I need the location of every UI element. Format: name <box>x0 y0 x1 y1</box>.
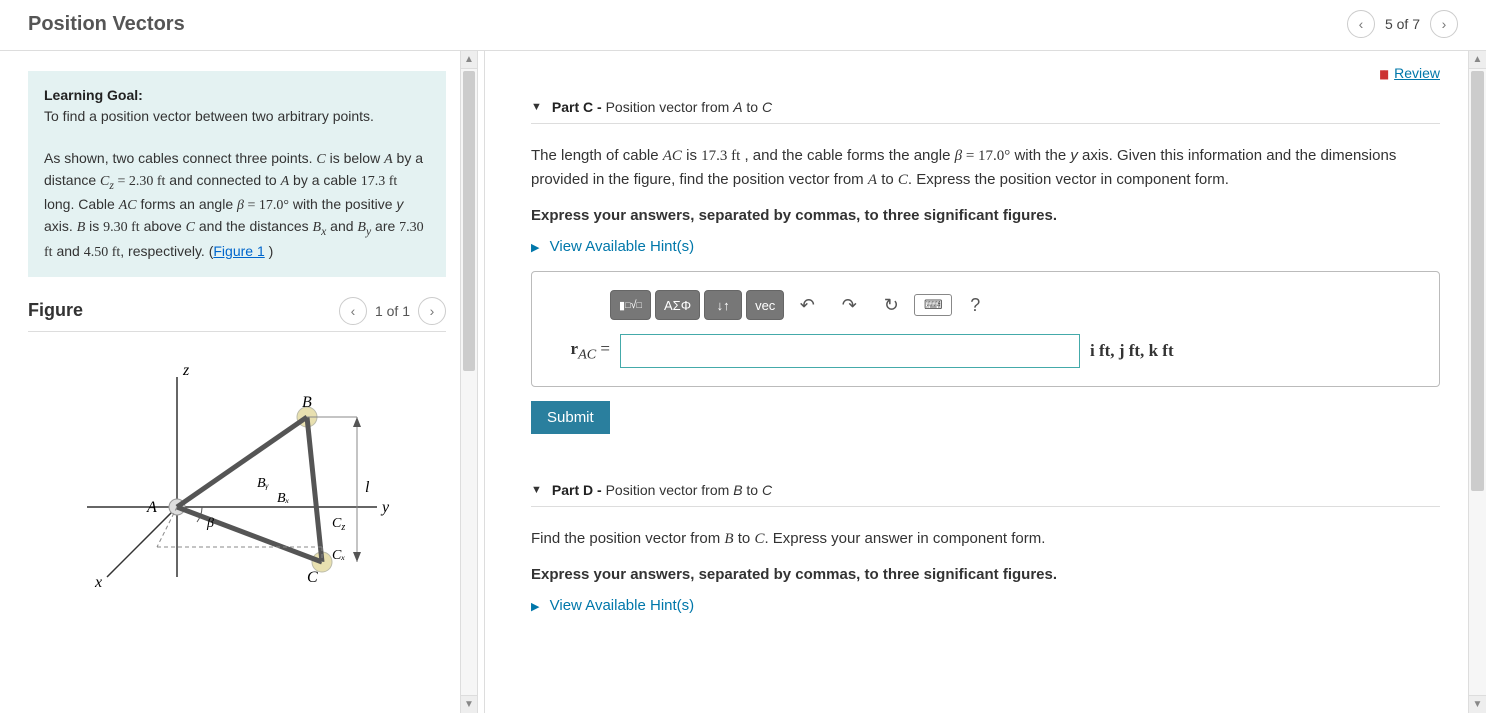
expand-icon: ▶ <box>531 601 539 613</box>
scroll-up-icon[interactable]: ▲ <box>461 51 477 69</box>
hints-label: View Available Hint(s) <box>550 238 695 255</box>
scroll-thumb[interactable] <box>463 71 475 371</box>
answer-lhs: rAC = <box>550 339 610 363</box>
answer-box: ▮□√□ ΑΣΦ ↓↑ vec ↶ ↷ ↻ ⌨ ? rAC = i ft, j … <box>531 271 1440 387</box>
scroll-thumb[interactable] <box>1471 71 1484 491</box>
page-position: 5 of 7 <box>1385 16 1420 32</box>
answer-units: i ft, j ft, k ft <box>1090 341 1174 361</box>
svg-text:x: x <box>94 574 102 591</box>
review-link[interactable]: Review <box>1394 65 1440 81</box>
svg-text:y: y <box>380 499 390 516</box>
svg-text:C: C <box>307 569 318 586</box>
figure-next-button[interactable]: › <box>418 297 446 325</box>
learning-goal-box: Learning Goal: To find a position vector… <box>28 71 446 277</box>
templates-button[interactable]: ▮□√□ <box>610 290 651 320</box>
review-icon: ▮▮ <box>1379 67 1386 81</box>
undo-button[interactable]: ↶ <box>788 290 826 320</box>
part-d-header[interactable]: ▼ Part D - Position vector from B to C <box>531 474 1440 507</box>
right-scrollbar[interactable]: ▲ ▼ <box>1468 51 1486 713</box>
part-c-header[interactable]: ▼ Part C - Position vector from A to C <box>531 91 1440 124</box>
svg-text:l: l <box>365 479 370 496</box>
page-title: Position Vectors <box>28 13 185 36</box>
figure-prev-button[interactable]: ‹ <box>339 297 367 325</box>
figure-image: z y x A B C <box>28 342 446 612</box>
left-panel: Learning Goal: To find a position vector… <box>0 51 460 713</box>
figure-label: Figure <box>28 300 83 321</box>
vec-button[interactable]: vec <box>746 290 784 320</box>
keyboard-button[interactable]: ⌨ <box>914 294 952 316</box>
help-button[interactable]: ? <box>956 290 994 320</box>
panel-divider[interactable] <box>484 51 485 713</box>
part-c-text: The length of cable AC is 17.3 ft , and … <box>531 144 1440 192</box>
svg-text:A: A <box>146 499 157 516</box>
collapse-icon: ▼ <box>531 101 542 113</box>
part-d-label: Part D <box>552 482 593 498</box>
svg-text:Cz: Cz <box>332 516 345 533</box>
part-d-text: Find the position vector from B to C. Ex… <box>531 527 1440 551</box>
part-d-hints-toggle[interactable]: ▶ View Available Hint(s) <box>531 597 1440 614</box>
submit-button[interactable]: Submit <box>531 401 610 434</box>
right-panel: ▮▮ Review ▼ Part C - Position vector fro… <box>491 51 1468 713</box>
hints-label: View Available Hint(s) <box>550 597 695 614</box>
scroll-down-icon[interactable]: ▼ <box>1469 695 1486 713</box>
learning-goal-text: To find a position vector between two ar… <box>44 108 374 124</box>
answer-input[interactable] <box>620 334 1080 368</box>
expand-icon: ▶ <box>531 242 539 254</box>
figure-position: 1 of 1 <box>375 303 410 319</box>
collapse-icon: ▼ <box>531 484 542 496</box>
part-c-hints-toggle[interactable]: ▶ View Available Hint(s) <box>531 238 1440 255</box>
scroll-down-icon[interactable]: ▼ <box>461 695 477 713</box>
part-d-title: Position vector from B to C <box>606 482 773 498</box>
scroll-up-icon[interactable]: ▲ <box>1469 51 1486 69</box>
part-c-title: Position vector from A to C <box>606 99 773 115</box>
greek-button[interactable]: ΑΣΦ <box>655 290 700 320</box>
svg-text:Bᵧ: Bᵧ <box>257 476 270 491</box>
svg-text:β: β <box>206 516 214 531</box>
sort-button[interactable]: ↓↑ <box>704 290 742 320</box>
part-d-instructions: Express your answers, separated by comma… <box>531 566 1440 583</box>
part-c-label: Part C <box>552 99 593 115</box>
svg-text:z: z <box>182 362 190 379</box>
learning-goal-label: Learning Goal: <box>44 87 143 103</box>
page-nav: ‹ 5 of 7 › <box>1347 10 1458 38</box>
reset-button[interactable]: ↻ <box>872 290 910 320</box>
svg-text:Bₓ: Bₓ <box>277 491 290 506</box>
problem-statement: As shown, two cables connect three point… <box>44 150 424 259</box>
left-scrollbar[interactable]: ▲ ▼ <box>460 51 478 713</box>
prev-page-button[interactable]: ‹ <box>1347 10 1375 38</box>
next-page-button[interactable]: › <box>1430 10 1458 38</box>
redo-button[interactable]: ↷ <box>830 290 868 320</box>
equation-toolbar: ▮□√□ ΑΣΦ ↓↑ vec ↶ ↷ ↻ ⌨ ? <box>610 290 1421 320</box>
svg-text:Cₓ: Cₓ <box>332 548 345 563</box>
svg-text:B: B <box>302 394 312 411</box>
part-c-instructions: Express your answers, separated by comma… <box>531 207 1440 224</box>
